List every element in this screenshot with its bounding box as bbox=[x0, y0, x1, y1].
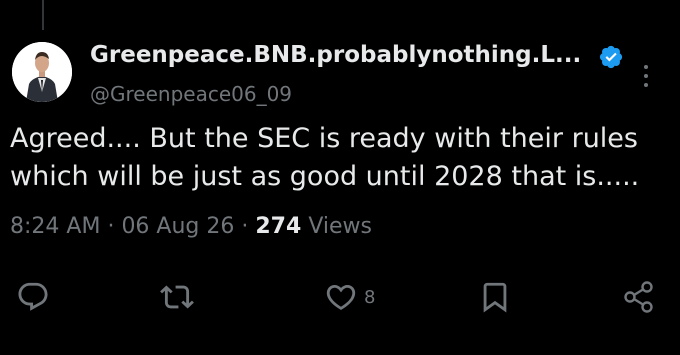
more-options-button[interactable] bbox=[636, 62, 656, 90]
heart-icon bbox=[326, 284, 356, 310]
bookmark-icon bbox=[483, 282, 507, 313]
author-display-name[interactable]: Greenpeace.BNB.probablynothing.L... bbox=[90, 42, 581, 68]
tweet-time[interactable]: 8:24 AM bbox=[10, 214, 100, 239]
reply-button[interactable] bbox=[16, 272, 50, 322]
tweet-text: Agreed.... But the SEC is ready with the… bbox=[10, 120, 670, 196]
action-bar: 8 bbox=[0, 272, 680, 322]
retweet-button[interactable] bbox=[160, 272, 194, 322]
meta-separator-2: · bbox=[241, 214, 249, 239]
like-count: 8 bbox=[364, 286, 376, 308]
views-label: Views bbox=[308, 214, 372, 239]
like-button[interactable]: 8 bbox=[324, 272, 375, 322]
views-count: 274 bbox=[255, 214, 302, 239]
share-button[interactable] bbox=[622, 272, 656, 322]
bookmark-button[interactable] bbox=[478, 272, 512, 322]
tweet-text-line-1: Agreed.... But the SEC is ready with the… bbox=[10, 123, 638, 154]
verified-badge-icon bbox=[598, 44, 624, 70]
tweet-date[interactable]: 06 Aug 26 bbox=[121, 214, 234, 239]
tweet-text-line-2: which will be just as good until 2028 th… bbox=[10, 161, 640, 192]
avatar-photo bbox=[12, 42, 72, 102]
avatar[interactable] bbox=[12, 42, 72, 102]
author-handle[interactable]: @Greenpeace06_09 bbox=[90, 82, 292, 106]
share-icon bbox=[624, 281, 653, 313]
thread-connector-line bbox=[42, 0, 44, 30]
more-vertical-icon bbox=[644, 65, 648, 87]
tweet-metadata: 8:24 AM · 06 Aug 26 · 274 Views bbox=[10, 214, 372, 239]
meta-separator-1: · bbox=[107, 214, 115, 239]
reply-icon bbox=[18, 282, 48, 311]
retweet-icon bbox=[160, 285, 194, 309]
